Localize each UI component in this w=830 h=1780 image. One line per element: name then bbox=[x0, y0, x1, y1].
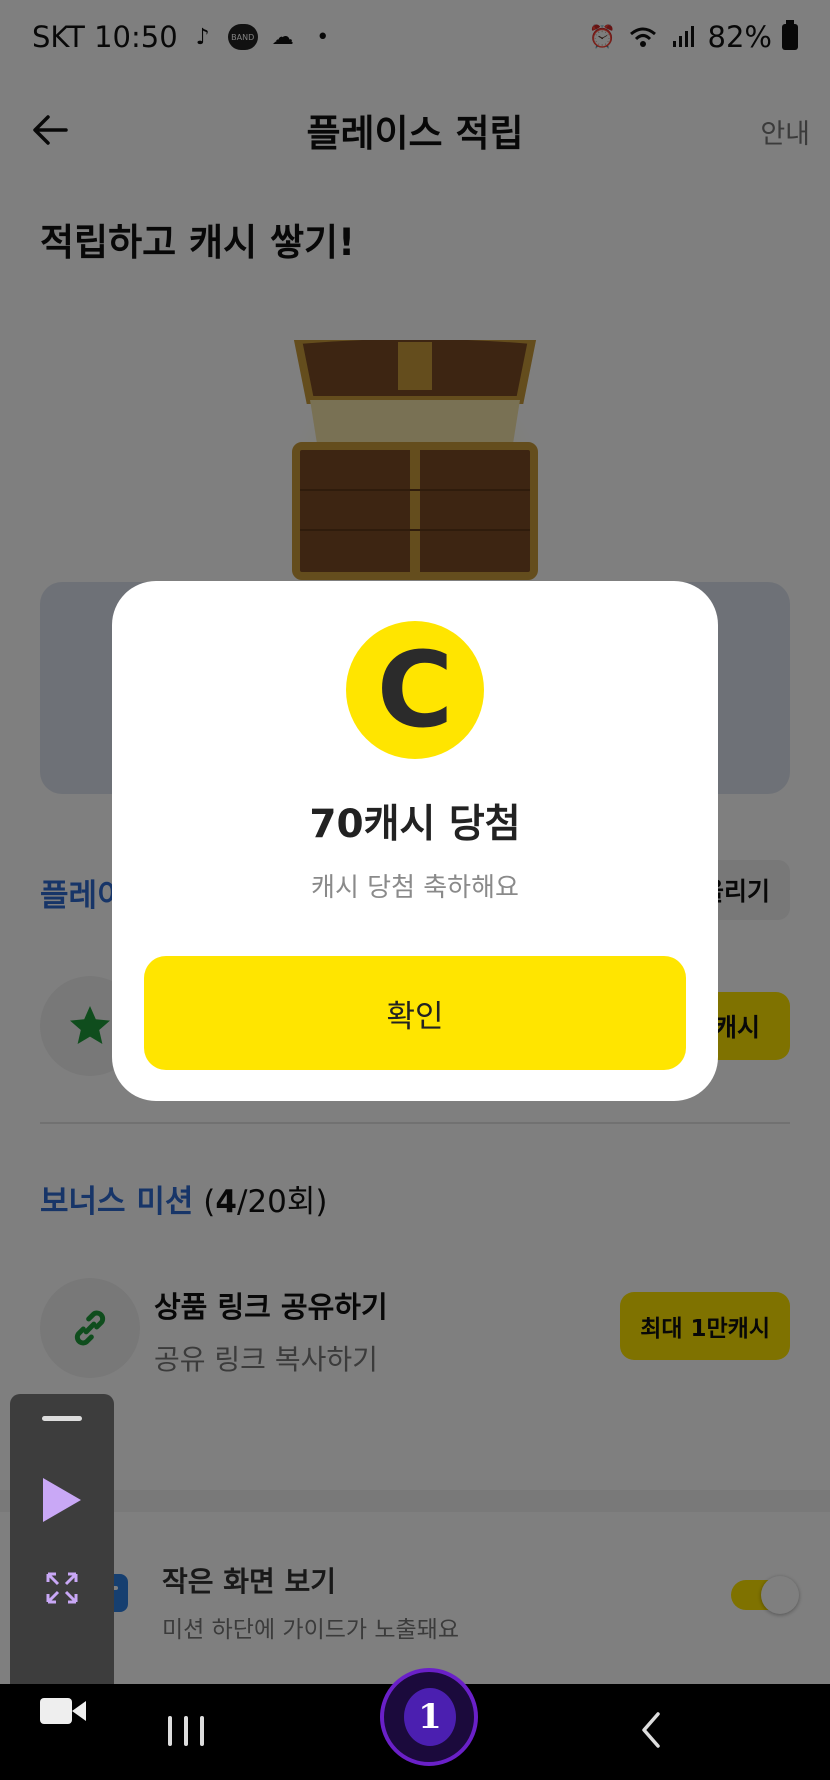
home-button[interactable]: 1 bbox=[380, 1668, 478, 1766]
home-badge: 1 bbox=[404, 1688, 456, 1746]
recent-apps-button[interactable] bbox=[168, 1716, 204, 1746]
screen-recorder-widget[interactable] bbox=[10, 1394, 114, 1694]
minimize-icon[interactable] bbox=[42, 1416, 82, 1421]
system-nav-bar: 1 bbox=[0, 1668, 830, 1780]
nav-back-icon[interactable] bbox=[636, 1710, 666, 1750]
expand-icon[interactable] bbox=[44, 1570, 80, 1606]
modal-subtitle: 캐시 당첨 축하해요 bbox=[311, 873, 519, 903]
cash-coin-icon: C bbox=[346, 621, 484, 759]
modal-title: 70캐시 당첨 bbox=[309, 802, 521, 847]
cash-win-modal: C 70캐시 당첨 캐시 당첨 축하해요 확인 bbox=[112, 581, 718, 1101]
video-camera-icon[interactable] bbox=[40, 1696, 86, 1726]
confirm-button[interactable]: 확인 bbox=[144, 956, 686, 1070]
play-icon[interactable] bbox=[43, 1478, 81, 1522]
